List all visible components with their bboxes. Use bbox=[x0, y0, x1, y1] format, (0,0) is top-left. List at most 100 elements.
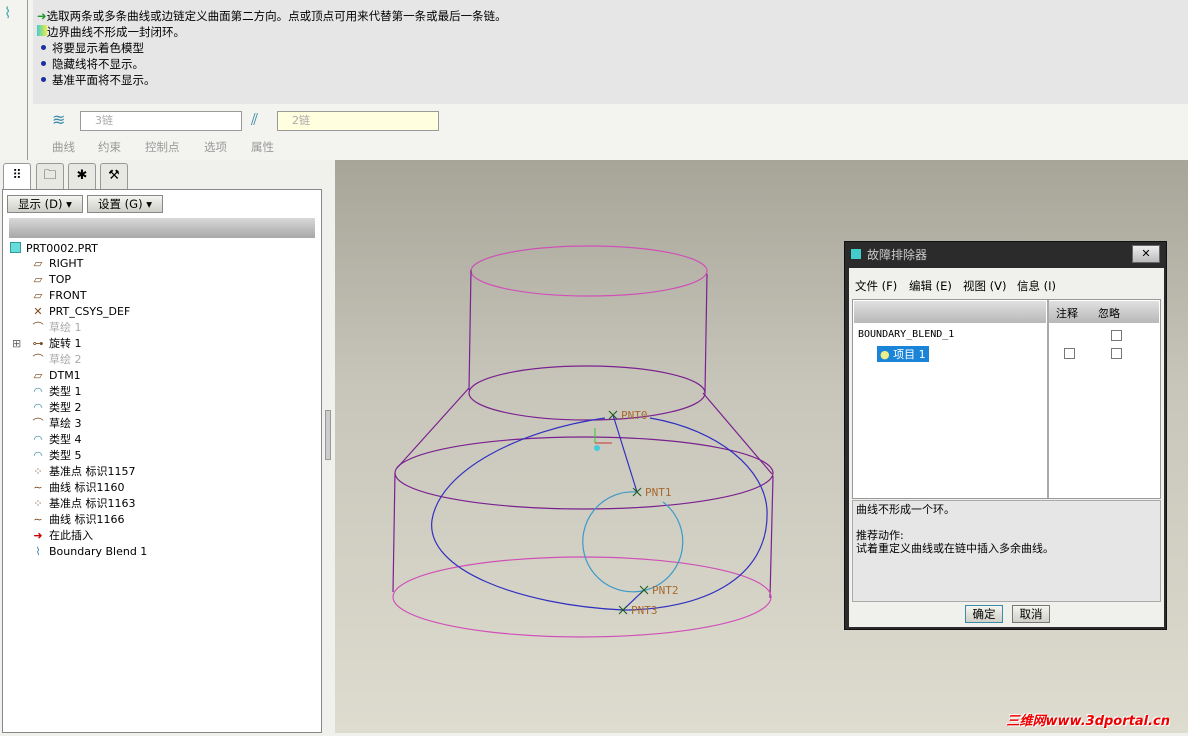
watermark: 三维网www.3dportal.cn bbox=[1006, 714, 1170, 729]
cyl-edge bbox=[468, 269, 472, 391]
tree-root[interactable]: BOUNDARY_BLEND_1 bbox=[858, 329, 954, 340]
second-direction-icon[interactable]: ⫽ bbox=[251, 110, 258, 130]
tree-item-label: 基准点 标识1157 bbox=[49, 465, 136, 478]
ignore-checkbox[interactable] bbox=[1111, 348, 1122, 359]
first-direction-icon[interactable]: ≋ bbox=[52, 110, 65, 129]
tree-item[interactable]: ⌒ 草绘 2 bbox=[30, 352, 82, 368]
tree-item[interactable]: ⌒ 草绘 1 bbox=[30, 320, 82, 336]
curve-icon: ∼ bbox=[33, 481, 43, 494]
tree-item[interactable]: ⊞ ⊶ 旋转 1 bbox=[12, 336, 82, 352]
tab-curves[interactable]: 曲线 bbox=[52, 139, 75, 155]
tree-item-label: 曲线 标识1166 bbox=[49, 513, 125, 526]
point-label[interactable]: PNT0 bbox=[621, 409, 648, 422]
menu-info[interactable]: 信息 (I) bbox=[1017, 278, 1056, 294]
insert-here-arrow-icon: ➜ bbox=[33, 529, 43, 542]
close-button[interactable]: ✕ bbox=[1132, 245, 1160, 263]
panel-splitter[interactable] bbox=[325, 410, 331, 460]
tree-item-label: 在此插入 bbox=[49, 529, 93, 542]
tab-favorites[interactable]: ✱ bbox=[68, 163, 96, 189]
tree-item[interactable]: ◠ 类型 5 bbox=[30, 448, 82, 464]
tree-item-label: DTM1 bbox=[49, 369, 81, 382]
issue-item-label: 项目 1 bbox=[893, 348, 926, 361]
tree-item[interactable]: ⌇ Boundary Blend 1 bbox=[30, 544, 147, 560]
tab-constraints[interactable]: 约束 bbox=[98, 139, 121, 155]
settings-menu-button[interactable]: 设置 (G) ▾ bbox=[87, 195, 163, 213]
error-message: 曲线不形成一个环。 bbox=[856, 503, 955, 516]
boundary-blend-icon: ⌇ bbox=[4, 4, 12, 22]
second-direction-collector[interactable]: 2链 bbox=[277, 111, 439, 131]
message-line: 将要显示着色模型 bbox=[52, 41, 144, 55]
message-line: 选取两条或多条曲线或边链定义曲面第二方向。点或顶点可用来代替第一条或最后一条链。 bbox=[46, 9, 507, 23]
tree-item-label: 草绘 3 bbox=[49, 417, 82, 430]
expand-icon[interactable]: ⊞ bbox=[12, 336, 21, 352]
tree-item[interactable]: ◠ 类型 4 bbox=[30, 432, 82, 448]
tree-item-label: 类型 4 bbox=[49, 433, 82, 446]
bullet-icon bbox=[41, 77, 46, 82]
bullet-icon bbox=[41, 45, 46, 50]
issue-item[interactable]: ● 项目 1 bbox=[877, 346, 929, 362]
warning-icon bbox=[37, 25, 47, 36]
surface-icon: ◠ bbox=[33, 385, 43, 398]
tree-item[interactable]: ▱ DTM1 bbox=[30, 368, 81, 384]
tree-item[interactable]: ⌒ 草绘 3 bbox=[30, 416, 82, 432]
datum-plane-icon: ▱ bbox=[33, 289, 43, 302]
dialog-title-text: 故障排除器 bbox=[867, 248, 928, 262]
tree-items: ▱ RIGHT ▱ TOP ▱ FRONT ✕ PRT_CSYS_DEF ⌒ 草绘 1 ⊞ ⊶ 旋转 1… bbox=[0, 256, 320, 566]
menu-file[interactable]: 文件 (F) bbox=[855, 278, 897, 294]
tree-item[interactable]: ∼ 曲线 标识1166 bbox=[30, 512, 125, 528]
base-edge bbox=[392, 472, 396, 593]
tab-properties[interactable]: 属性 bbox=[251, 139, 274, 155]
tree-item-label: 类型 2 bbox=[49, 401, 82, 414]
tree-item[interactable]: ✕ PRT_CSYS_DEF bbox=[30, 304, 130, 320]
col-note-header: 注释 bbox=[1056, 307, 1078, 320]
note-checkbox[interactable] bbox=[1064, 348, 1075, 359]
tree-item[interactable]: ⁘ 基准点 标识1163 bbox=[30, 496, 135, 512]
tab-connections[interactable]: ⚒ bbox=[100, 163, 128, 189]
favorites-folder-icon: ✱ bbox=[76, 168, 88, 183]
tab-control-points[interactable]: 控制点 bbox=[145, 139, 180, 155]
show-menu-button[interactable]: 显示 (D) ▾ bbox=[7, 195, 83, 213]
arrow-right-icon: ➜ bbox=[37, 9, 47, 23]
tree-item[interactable]: ◠ 类型 2 bbox=[30, 400, 82, 416]
tree-item-label: PRT_CSYS_DEF bbox=[49, 305, 131, 318]
tab-model-tree[interactable]: ⠿ bbox=[3, 163, 31, 191]
boundary-curve bbox=[612, 414, 638, 493]
datum-plane-icon: ▱ bbox=[33, 369, 43, 382]
menu-edit[interactable]: 编辑 (E) bbox=[909, 278, 952, 294]
model-tree-icon: ⠿ bbox=[12, 168, 22, 183]
datum-plane-icon: ▱ bbox=[33, 257, 43, 270]
ok-button[interactable]: 确定 bbox=[965, 605, 1003, 623]
menu-view[interactable]: 视图 (V) bbox=[963, 278, 1007, 294]
app-icon bbox=[851, 249, 861, 259]
middle-edge bbox=[468, 365, 706, 421]
tree-item-label: Boundary Blend 1 bbox=[49, 545, 148, 558]
tree-item[interactable]: ∼ 曲线 标识1160 bbox=[30, 480, 124, 496]
top-edge bbox=[470, 245, 708, 297]
first-direction-collector[interactable]: 3链 bbox=[80, 111, 242, 131]
cancel-button[interactable]: 取消 bbox=[1012, 605, 1050, 623]
point-label[interactable]: PNT1 bbox=[645, 486, 672, 499]
ignore-checkbox[interactable] bbox=[1111, 330, 1122, 341]
tree-item-label: 类型 5 bbox=[49, 449, 82, 462]
point-label[interactable]: PNT2 bbox=[652, 584, 679, 597]
column-divider[interactable] bbox=[1047, 300, 1049, 498]
tree-item-label: 草绘 2 bbox=[49, 353, 82, 366]
tree-item[interactable]: ◠ 类型 1 bbox=[30, 384, 81, 400]
point-label[interactable]: PNT3 bbox=[631, 604, 658, 617]
csys-icon: ✕ bbox=[33, 305, 43, 318]
tree-item[interactable]: ⁘ 基准点 标识1157 bbox=[30, 464, 136, 480]
sketch-icon: ⌒ bbox=[32, 353, 44, 366]
tree-item[interactable]: ▱ FRONT bbox=[30, 288, 87, 304]
surface-icon: ◠ bbox=[33, 449, 43, 462]
tree-item-label: 草绘 1 bbox=[49, 321, 82, 334]
bottom-edge bbox=[392, 556, 772, 638]
tab-options[interactable]: 选项 bbox=[204, 139, 227, 155]
tree-root[interactable]: PRT0002.PRT bbox=[10, 241, 98, 257]
message-panel: 曲线不形成一个环。 推荐动作: 试着重定义曲线或在链中插入多余曲线。 bbox=[852, 500, 1161, 602]
tree-item[interactable]: ▱ RIGHT bbox=[30, 256, 84, 272]
datum-point-icon: ⁘ bbox=[33, 465, 43, 478]
tree-item[interactable]: ▱ TOP bbox=[30, 272, 71, 288]
tab-folder-browser[interactable]: 🗀 bbox=[36, 163, 64, 189]
cone-edge bbox=[396, 387, 470, 469]
tree-item[interactable]: ➜ 在此插入 bbox=[30, 528, 93, 544]
